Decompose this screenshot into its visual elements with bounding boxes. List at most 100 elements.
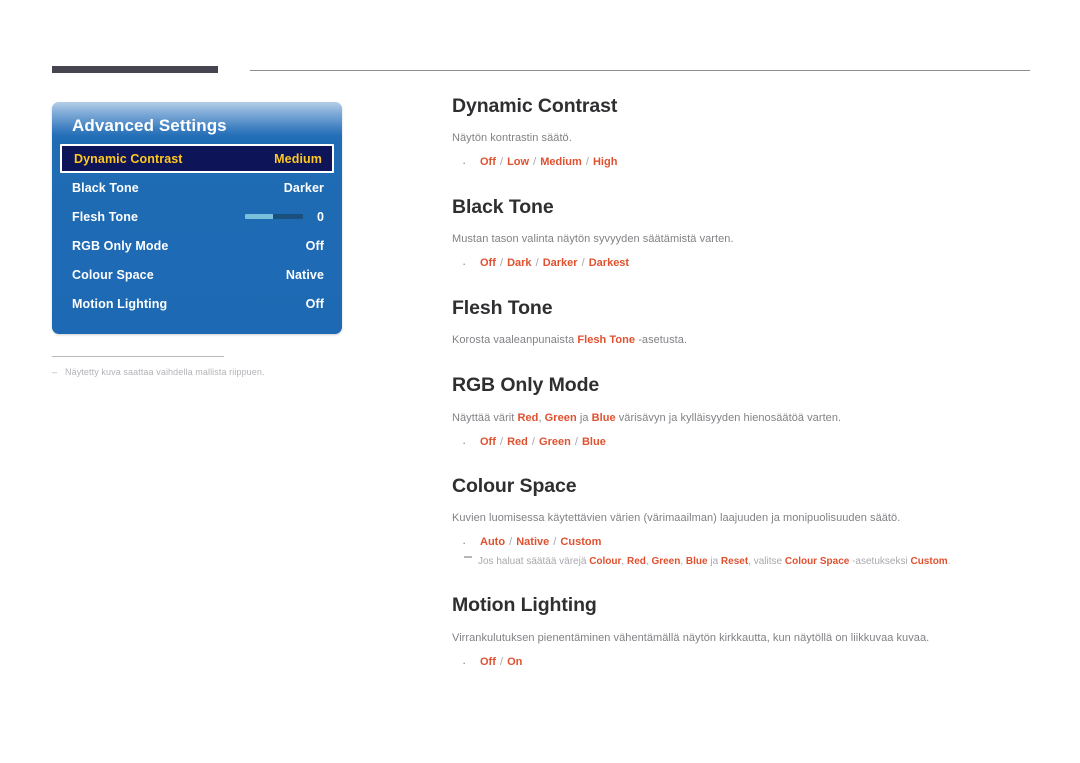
- note-highlight-red: Red: [626, 555, 646, 567]
- note-dash-marker: [464, 555, 472, 558]
- image-footnote: – Näytetty kuva saattaa vaihdella mallis…: [52, 367, 344, 379]
- option-separator: /: [578, 257, 588, 270]
- right-column: Dynamic Contrast Näytön kontrastin säätö…: [452, 95, 1038, 672]
- option-separator: /: [496, 156, 507, 169]
- osd-item-label: Colour Space: [72, 267, 154, 282]
- desc-text-post: -asetusta.: [635, 334, 688, 347]
- desc-highlight-green: Green: [544, 411, 577, 424]
- option-list-item: Off / On: [452, 653, 1038, 672]
- option-value: Green: [539, 435, 571, 448]
- section-heading-black-tone: Black Tone: [452, 195, 554, 218]
- option-separator: /: [506, 536, 516, 549]
- left-column: Advanced Settings Dynamic Contrast Medium…: [52, 102, 344, 379]
- osd-menu-item-colour-space[interactable]: Colour Space Native: [52, 260, 342, 289]
- option-separator: /: [496, 257, 507, 270]
- section-description-flesh-tone: Korosta vaaleanpunaista Flesh Tone -aset…: [452, 333, 1038, 349]
- section-rgb-only-mode: RGB Only Mode Näyttää värit Red, Green j…: [452, 374, 1038, 452]
- osd-item-label: Flesh Tone: [72, 209, 139, 224]
- desc-text-pre: Näyttää värit: [452, 411, 518, 424]
- desc-highlight-blue: Blue: [591, 411, 616, 424]
- option-value: Off: [480, 655, 496, 668]
- option-value: Off: [480, 435, 496, 448]
- section-black-tone: Black Tone Mustan tason valinta näytön s…: [452, 195, 1038, 273]
- section-heading-flesh-tone: Flesh Tone: [452, 296, 553, 319]
- section-heading-colour-space: Colour Space: [452, 475, 577, 497]
- osd-menu-item-motion-lighting[interactable]: Motion Lighting Off: [52, 289, 342, 318]
- desc-highlight-red: Red: [517, 411, 539, 424]
- option-list-motion-lighting: Off / On: [452, 653, 1038, 672]
- section-description-motion-lighting: Virrankulutuksen pienentäminen vähentämä…: [452, 631, 930, 644]
- footnote-dash-marker: –: [52, 367, 58, 377]
- option-value: Darker: [542, 257, 578, 270]
- option-separator: /: [496, 655, 507, 668]
- option-value: Darkest: [588, 257, 630, 270]
- option-separator: /: [496, 435, 507, 448]
- note-text-mid: , valitse: [748, 555, 785, 567]
- option-separator: /: [532, 257, 542, 270]
- osd-menu-item-dynamic-contrast[interactable]: Dynamic Contrast Medium: [60, 144, 334, 173]
- option-list-black-tone: Off / Dark / Darker / Darkest: [452, 254, 1038, 273]
- osd-item-value: Off: [305, 238, 324, 253]
- option-value: Off: [480, 257, 496, 270]
- option-list-item: Auto / Native / Custom: [452, 533, 1038, 552]
- page-header-rules: [0, 0, 1080, 90]
- option-list-rgb-only-mode: Off / Red / Green / Blue: [452, 433, 1038, 452]
- option-list-colour-space: Auto / Native / Custom: [452, 533, 1038, 552]
- option-separator: /: [571, 435, 581, 448]
- osd-item-label: Motion Lighting: [72, 296, 168, 311]
- section-heading-motion-lighting: Motion Lighting: [452, 594, 597, 617]
- option-value: On: [507, 655, 523, 668]
- section-flesh-tone: Flesh Tone Korosta vaaleanpunaista Flesh…: [452, 296, 1038, 349]
- osd-item-value: Native: [285, 267, 324, 282]
- section-description-colour-space: Kuvien luomisessa käytettävien värien (v…: [452, 512, 901, 525]
- osd-item-value: Medium: [274, 151, 322, 166]
- option-list-item: Off / Red / Green / Blue: [452, 433, 1038, 452]
- note-highlight-colour: Colour: [589, 555, 622, 567]
- osd-item-value: Darker: [283, 180, 324, 195]
- osd-item-label: Dynamic Contrast: [74, 151, 183, 166]
- footnote-text: Näytetty kuva saattaa vaihdella mallista…: [65, 367, 265, 377]
- osd-slider-fill: [244, 214, 273, 219]
- osd-item-value: 0: [316, 209, 324, 224]
- osd-item-slider[interactable]: [244, 214, 303, 219]
- option-separator: /: [528, 435, 539, 448]
- note-text-mid: -asetukseksi: [849, 555, 911, 567]
- option-value: High: [592, 156, 618, 169]
- desc-text-pre: Korosta vaaleanpunaista: [452, 334, 578, 347]
- note-highlight-colour-space: Colour Space: [784, 555, 850, 567]
- note-highlight-green: Green: [651, 555, 681, 567]
- option-value: Auto: [480, 536, 506, 549]
- note-text-pre: Jos haluat säätää värejä: [478, 555, 590, 567]
- osd-item-value: Off: [305, 296, 324, 311]
- header-thin-rule: [250, 70, 1030, 71]
- osd-menu-item-black-tone[interactable]: Black Tone Darker: [52, 173, 342, 202]
- option-value: Native: [516, 536, 550, 549]
- option-value: Dark: [507, 257, 532, 270]
- option-value: Custom: [560, 536, 602, 549]
- section-dynamic-contrast: Dynamic Contrast Näytön kontrastin säätö…: [452, 95, 1038, 172]
- osd-menu-item-flesh-tone[interactable]: Flesh Tone 0: [52, 202, 342, 231]
- section-description-dynamic-contrast: Näytön kontrastin säätö.: [452, 132, 572, 145]
- osd-item-label: RGB Only Mode: [72, 238, 169, 253]
- section-heading-dynamic-contrast: Dynamic Contrast: [452, 95, 618, 117]
- desc-highlight-term: Flesh Tone: [577, 334, 636, 347]
- colour-space-note: Jos haluat säätää värejä Colour, Red, Gr…: [452, 555, 1038, 570]
- desc-text-post: värisävyn ja kylläisyyden hienosäätöä va…: [615, 411, 842, 424]
- desc-text-mid: ja: [576, 411, 592, 424]
- option-value: Off: [480, 156, 496, 169]
- osd-menu-title: Advanced Settings: [72, 116, 227, 135]
- option-list-item: Off / Dark / Darker / Darkest: [452, 254, 1038, 273]
- note-highlight-custom: Custom: [910, 555, 948, 567]
- option-list-item: Off / Low / Medium / High: [452, 153, 1038, 172]
- option-separator: /: [550, 536, 560, 549]
- option-separator: /: [582, 156, 592, 169]
- note-text-post: .: [947, 555, 951, 567]
- option-list-dynamic-contrast: Off / Low / Medium / High: [452, 153, 1038, 172]
- osd-menu-item-rgb-only-mode[interactable]: RGB Only Mode Off: [52, 231, 342, 260]
- section-motion-lighting: Motion Lighting Virrankulutuksen pienent…: [452, 594, 1038, 672]
- section-description-black-tone: Mustan tason valinta näytön syvyyden sää…: [452, 233, 734, 246]
- section-heading-rgb-only-mode: RGB Only Mode: [452, 374, 600, 397]
- note-text-mid: ja: [707, 555, 721, 567]
- header-thick-rule: [52, 66, 218, 73]
- footnote-divider: [52, 356, 224, 357]
